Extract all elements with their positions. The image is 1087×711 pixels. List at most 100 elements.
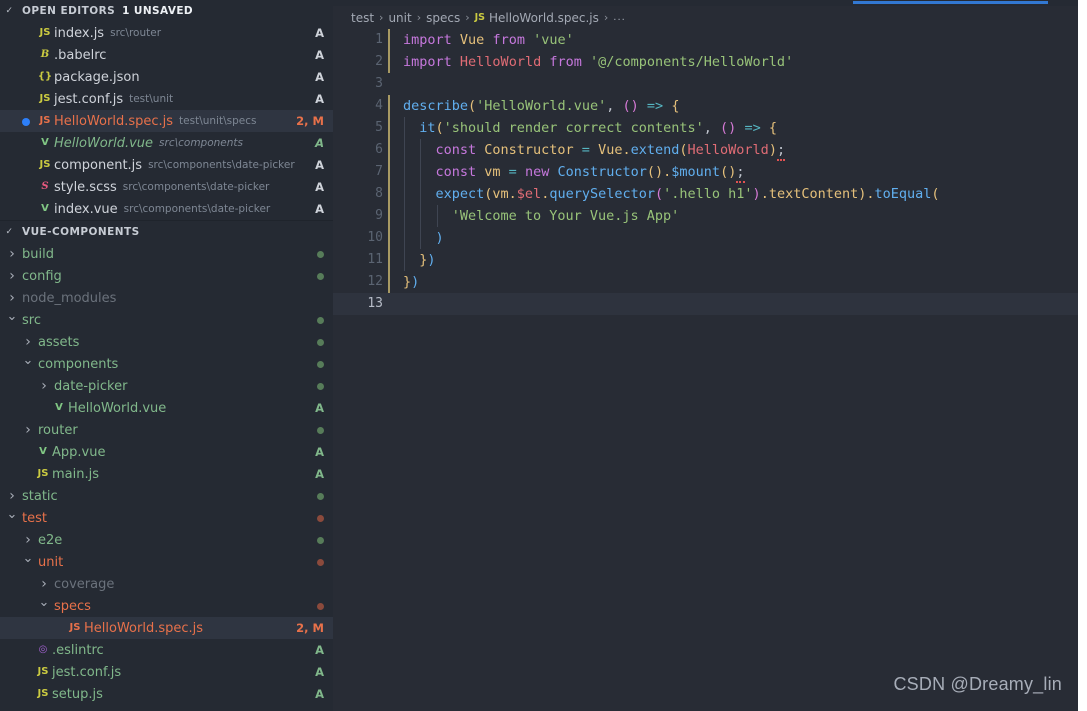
tree-folder-item[interactable]: ⌄ components	[0, 353, 333, 375]
open-editor-item[interactable]: Sstyle.scss src\components\date-picker A	[0, 176, 333, 198]
status-dot-icon	[317, 361, 324, 368]
tree-folder-item[interactable]: › router	[0, 419, 333, 441]
tree-item-label: e2e	[38, 532, 63, 548]
breadcrumb-segment[interactable]: HelloWorld.spec.js	[489, 11, 599, 25]
tree-item-label: HelloWorld.spec.js	[84, 620, 204, 636]
code-line-text: import HelloWorld from '@/components/Hel…	[403, 54, 794, 70]
chevron-down-icon[interactable]: ⌄	[38, 596, 50, 609]
code-line[interactable]: 7 const vm = new Constructor().$mount();	[333, 161, 1078, 183]
open-editor-item[interactable]: JS component.js src\components\date-picker…	[0, 154, 333, 176]
code-line[interactable]: 8 expect(vm.$el.querySelector('.hello h1'…	[333, 183, 1078, 205]
chevron-right-icon[interactable]: ›	[22, 533, 34, 547]
chevron-down-icon[interactable]: ⌄	[6, 310, 18, 323]
code-editor[interactable]: 1 import Vue from 'vue' 2 import HelloWorld…	[333, 29, 1078, 711]
git-status-badge: A	[315, 687, 324, 701]
code-line-text: expect(vm.$el.querySelector('.hello h1')…	[435, 186, 940, 202]
code-line[interactable]: 11})	[333, 249, 1078, 271]
tree-item-label: App.vue	[52, 444, 106, 460]
code-line[interactable]: 4 describe('HelloWorld.vue', () => {	[333, 95, 1078, 117]
js-file-icon: JS	[39, 115, 51, 126]
tree-folder-item[interactable]: ⌄ test	[0, 507, 333, 529]
folder-status-dot	[309, 489, 324, 503]
line-number: 13	[367, 296, 383, 311]
js-file-icon: JS	[37, 666, 49, 677]
open-editor-item[interactable]: Vindex.vue src\components\date-picker A	[0, 198, 333, 220]
breadcrumb-separator-icon: ›	[379, 11, 384, 24]
code-line[interactable]: 1 import Vue from 'vue'	[333, 29, 1078, 51]
tree-folder-item[interactable]: › build	[0, 243, 333, 265]
unsaved-count-badge: 1 UNSAVED	[122, 5, 194, 17]
chevron-down-icon[interactable]: ⌄	[22, 354, 34, 367]
indent-guide	[388, 271, 390, 293]
tree-folder-item[interactable]: › static	[0, 485, 333, 507]
chevron-down-icon[interactable]: ⌄	[22, 552, 34, 565]
code-line[interactable]: 6 const Constructor = Vue.extend(HelloWor…	[333, 139, 1078, 161]
chevron-right-icon[interactable]: ›	[6, 291, 18, 305]
chevron-down-icon[interactable]: ⌄	[6, 508, 18, 521]
indent-guide	[404, 139, 406, 161]
code-line[interactable]: 2 import HelloWorld from '@/components/He…	[333, 51, 1078, 73]
chevron-right-icon[interactable]: ›	[6, 489, 18, 503]
code-line[interactable]: 5 it('should render correct contents', ()…	[333, 117, 1078, 139]
tree-file-item[interactable]: JS jest.conf.js A	[0, 661, 333, 683]
tree-folder-item[interactable]: ⌄ specs	[0, 595, 333, 617]
tree-folder-item[interactable]: › node_modules	[0, 287, 333, 309]
breadcrumb-segment[interactable]: ...	[613, 12, 626, 23]
sass-file-icon: S	[41, 181, 49, 192]
tree-folder-item[interactable]: › date-picker	[0, 375, 333, 397]
open-editors-header[interactable]: ✓ OPEN EDITORS 1 UNSAVED	[0, 0, 333, 22]
code-line-text: })	[403, 274, 420, 290]
tree-file-item[interactable]: JS main.js A	[0, 463, 333, 485]
chevron-right-icon[interactable]: ›	[38, 577, 50, 591]
open-editor-item[interactable]: {} package.json A	[0, 66, 333, 88]
watermark: CSDN @Dreamy_lin	[893, 674, 1062, 694]
tree-folder-item[interactable]: › coverage	[0, 573, 333, 595]
tree-folder-item[interactable]: ⌄ src	[0, 309, 333, 331]
tree-item-label: date-picker	[54, 378, 128, 394]
indent-guide	[388, 161, 390, 183]
open-editor-filename: style.scss	[54, 179, 117, 195]
tree-folder-item[interactable]: ⌄ unit	[0, 551, 333, 573]
chevron-right-icon[interactable]: ›	[6, 247, 18, 261]
git-status-badge: A	[315, 92, 324, 106]
open-editor-item[interactable]: V HelloWorld.vue src\components A	[0, 132, 333, 154]
indent-guide	[404, 161, 406, 183]
open-editor-item[interactable]: JS index.js src\router A	[0, 22, 333, 44]
tree-item-label: jest.conf.js	[52, 664, 122, 680]
open-editor-item[interactable]: JS jest.conf.js test\unit A	[0, 88, 333, 110]
tree-folder-item[interactable]: › e2e	[0, 529, 333, 551]
breadcrumb[interactable]: test › unit › specs › JS HelloWorld.spec.js ›...	[333, 6, 1078, 29]
tree-folder-item[interactable]: › assets	[0, 331, 333, 353]
explorer-header[interactable]: ✓ VUE-COMPONENTS	[0, 220, 333, 243]
open-editor-item[interactable]: JS HelloWorld.spec.js test\unit\specs 2, M	[0, 110, 333, 132]
breadcrumb-segment[interactable]: specs	[426, 11, 460, 25]
code-line[interactable]: 10)	[333, 227, 1078, 249]
folder-status-dot	[309, 511, 324, 525]
tree-item-label: unit	[38, 554, 64, 570]
js-file-icon: JS	[39, 27, 51, 38]
open-editor-filename: HelloWorld.vue	[54, 135, 154, 151]
code-line-text: )	[435, 230, 444, 246]
breadcrumb-segment[interactable]: test	[351, 11, 374, 25]
chevron-right-icon[interactable]: ›	[6, 269, 18, 283]
tree-file-item[interactable]: V App.vue A	[0, 441, 333, 463]
tree-file-item[interactable]: ◎ .eslintrc A	[0, 639, 333, 661]
status-dot-icon	[317, 493, 324, 500]
tree-file-item[interactable]: V HelloWorld.vue A	[0, 397, 333, 419]
code-line[interactable]: 3	[333, 73, 1078, 95]
chevron-right-icon[interactable]: ›	[22, 335, 34, 349]
tree-item-label: node_modules	[22, 290, 117, 306]
sidebar: ✓ OPEN EDITORS 1 UNSAVED JS index.js src\r…	[0, 0, 333, 711]
tree-file-item[interactable]: JS HelloWorld.spec.js 2, M	[0, 617, 333, 639]
status-dot-icon	[317, 515, 324, 522]
chevron-right-icon[interactable]: ›	[22, 423, 34, 437]
code-line[interactable]: 12})	[333, 271, 1078, 293]
open-editor-item[interactable]: B .babelrc A	[0, 44, 333, 66]
indent-guide	[388, 29, 390, 51]
code-line[interactable]: 13	[333, 293, 1078, 315]
tree-folder-item[interactable]: › config	[0, 265, 333, 287]
chevron-right-icon[interactable]: ›	[38, 379, 50, 393]
breadcrumb-segment[interactable]: unit	[388, 11, 411, 25]
tree-file-item[interactable]: JS setup.js A	[0, 683, 333, 705]
code-line[interactable]: 9 'Welcome to Your Vue.js App'	[333, 205, 1078, 227]
